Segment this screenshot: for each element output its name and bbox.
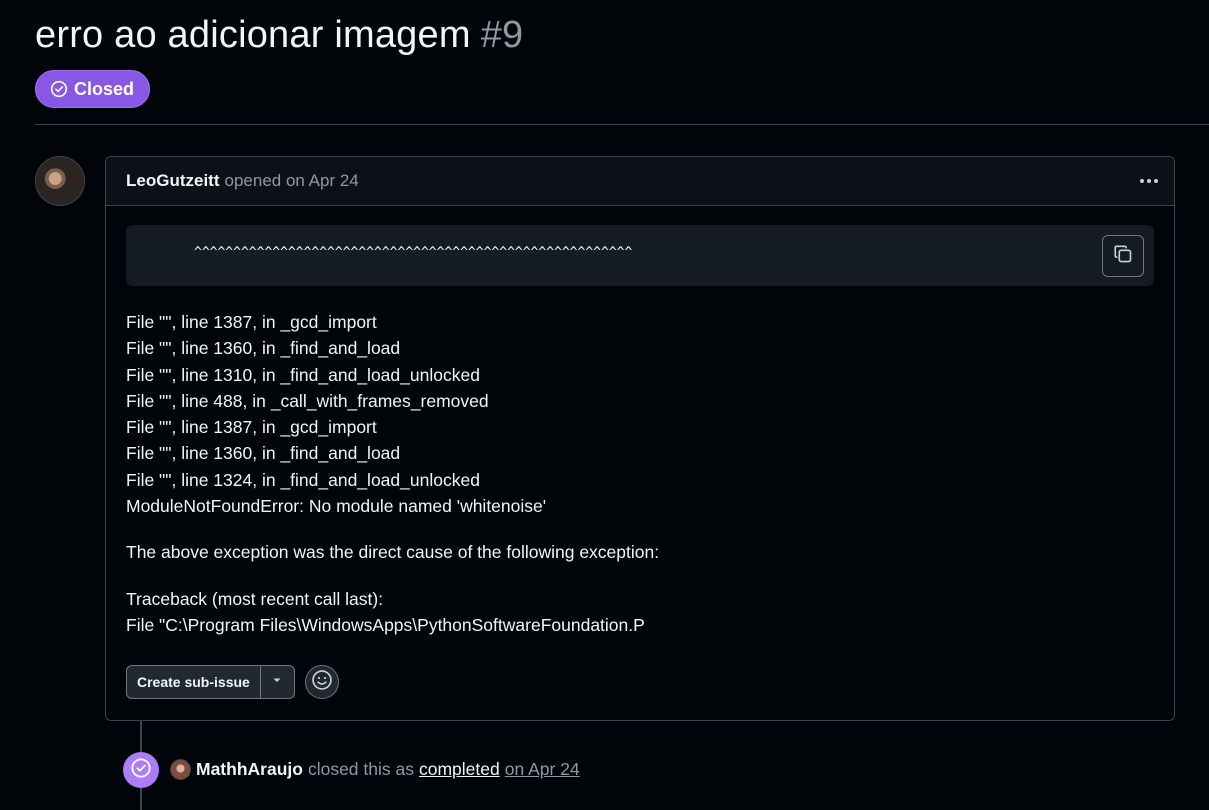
- traceback-line: ModuleNotFoundError: No module named 'wh…: [126, 496, 547, 517]
- traceback-line: File "C:\Program Files\WindowsApps\Pytho…: [126, 614, 645, 635]
- comment-actions: Create sub-issue: [126, 665, 339, 699]
- comment-header: LeoGutzeitt opened on Apr 24: [106, 157, 1174, 206]
- comment-body: File "", line 1387, in _gcd_import File …: [126, 309, 659, 638]
- closed-event-badge: [123, 752, 159, 788]
- event-text: closed this as: [307, 759, 414, 779]
- traceback-line: File "", line 1360, in _find_and_load: [126, 443, 401, 464]
- comment-author[interactable]: LeoGutzeitt: [126, 171, 220, 191]
- create-subissue-split-button: Create sub-issue: [126, 665, 295, 699]
- issue-comment: LeoGutzeitt opened on Apr 24 ^^^^^^^^^^^…: [105, 156, 1175, 721]
- check-circle-icon: [50, 80, 68, 98]
- completed-link[interactable]: completed: [419, 759, 500, 780]
- header-divider: [35, 124, 1209, 125]
- issue-title: erro ao adicionar imagem #9: [35, 14, 523, 57]
- code-block: ^^^^^^^^^^^^^^^^^^^^^^^^^^^^^^^^^^^^^^^^…: [126, 225, 1154, 286]
- author-avatar[interactable]: [35, 156, 85, 206]
- closed-event: MathhAraujo closed this as completed on …: [170, 759, 580, 780]
- traceback-header: Traceback (most recent call last):: [126, 588, 384, 609]
- exception-paragraph: The above exception was the direct cause…: [126, 542, 660, 563]
- traceback-line: File "", line 1360, in _find_and_load: [126, 338, 401, 359]
- smiley-icon: [311, 669, 333, 696]
- check-circle-icon: [130, 757, 152, 784]
- actor-avatar[interactable]: [170, 759, 191, 780]
- kebab-horizontal-icon[interactable]: [1136, 169, 1162, 193]
- issue-state-badge: Closed: [35, 70, 151, 108]
- add-reaction-button[interactable]: [304, 665, 339, 699]
- triangle-down-icon: [271, 673, 283, 691]
- traceback-line: File "", line 1310, in _find_and_load_un…: [126, 364, 480, 385]
- copy-button[interactable]: [1102, 235, 1144, 277]
- traceback-line: File "", line 1387, in _gcd_import: [126, 312, 377, 332]
- event-actor[interactable]: MathhAraujo: [196, 759, 303, 780]
- create-subissue-dropdown[interactable]: [261, 666, 294, 698]
- comment-meta: opened on Apr 24: [224, 171, 359, 190]
- create-subissue-button[interactable]: Create sub-issue: [127, 666, 261, 698]
- issue-number: #9: [480, 14, 524, 56]
- issue-title-text: erro ao adicionar imagem: [35, 14, 471, 56]
- event-date[interactable]: on Apr 24: [505, 759, 580, 780]
- copy-icon: [1113, 244, 1133, 269]
- traceback-line: File "", line 1324, in _find_and_load_un…: [126, 469, 480, 490]
- code-line: ^^^^^^^^^^^^^^^^^^^^^^^^^^^^^^^^^^^^^^^^…: [194, 245, 633, 260]
- traceback-line: File "", line 1387, in _gcd_import: [126, 417, 377, 438]
- traceback-line: File "", line 488, in _call_with_frames_…: [126, 390, 489, 411]
- state-label: Closed: [74, 78, 135, 99]
